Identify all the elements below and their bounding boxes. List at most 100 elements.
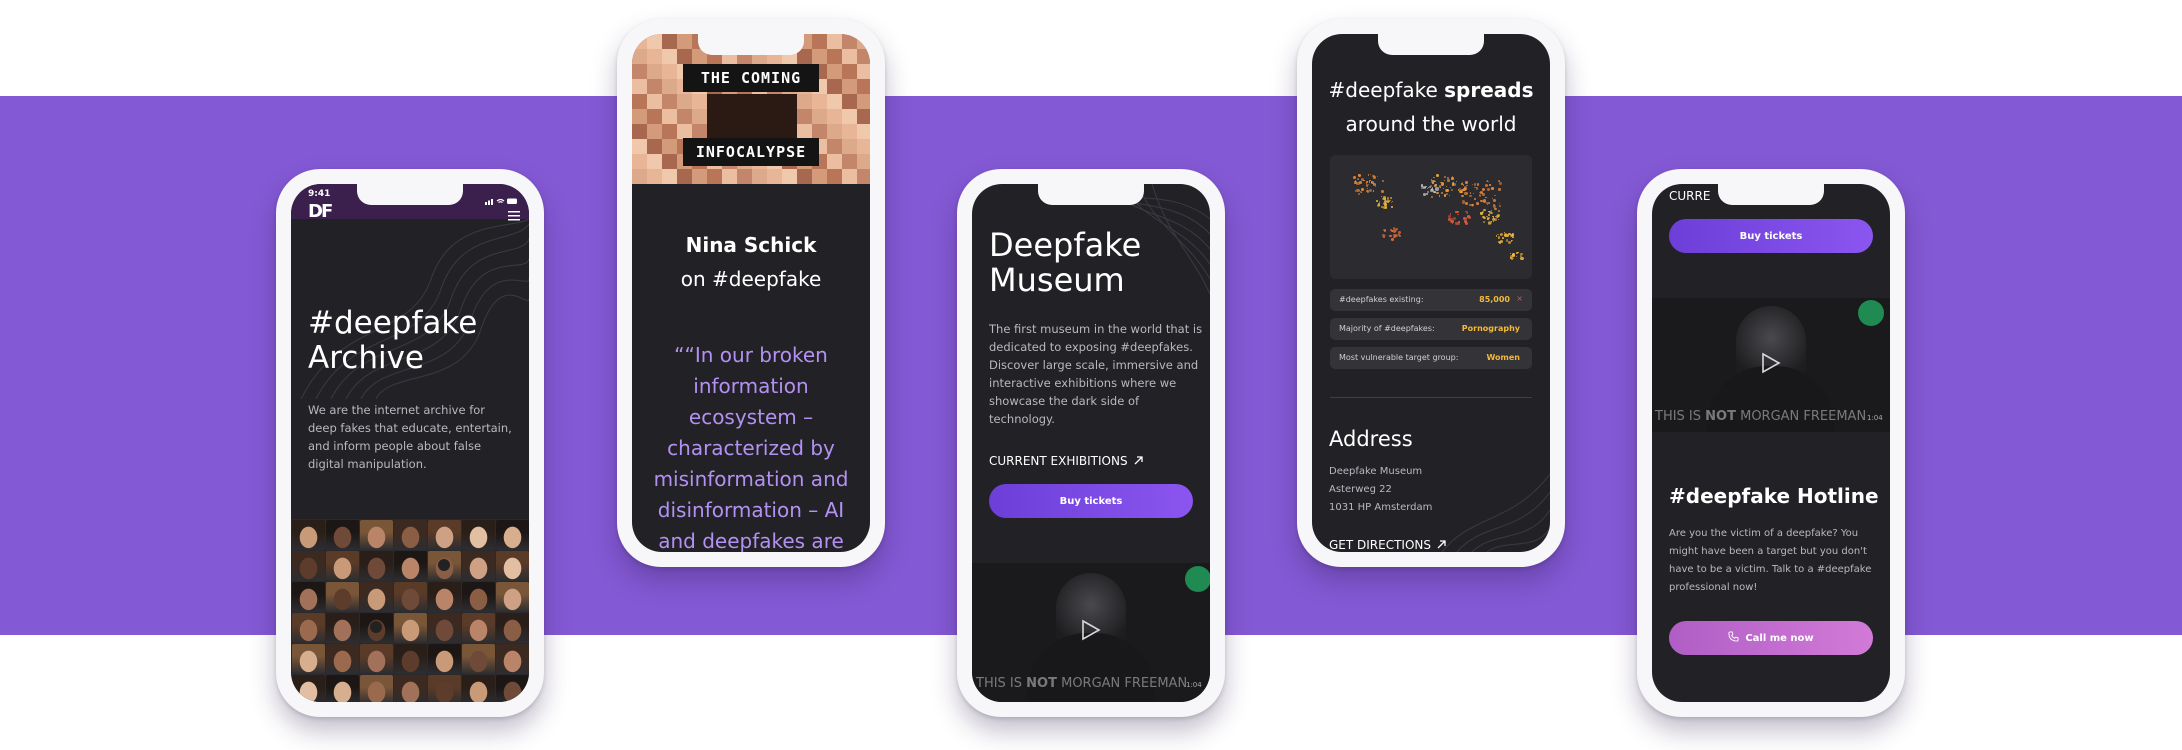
pixel-block — [857, 49, 870, 64]
pixel-block — [647, 109, 662, 124]
face-thumbnail[interactable] — [292, 582, 325, 612]
map-dot — [1398, 234, 1401, 238]
phone-notch — [1038, 184, 1144, 205]
spreads-heading-line2: around the world — [1345, 112, 1517, 136]
face-thumbnail[interactable] — [360, 644, 393, 674]
caption-bold: NOT — [1705, 409, 1736, 424]
face-thumbnail[interactable] — [394, 675, 427, 702]
caption-bold: NOT — [1026, 676, 1057, 691]
face-thumbnail[interactable] — [428, 644, 461, 674]
face-thumbnail[interactable] — [428, 613, 461, 643]
map-dot — [1461, 194, 1465, 198]
whatsapp-icon[interactable] — [1858, 300, 1884, 326]
face-thumbnail[interactable] — [394, 520, 427, 550]
map-dot — [1446, 193, 1449, 196]
pixel-block — [632, 139, 647, 154]
face-thumbnail[interactable] — [428, 675, 461, 702]
face-thumbnail[interactable] — [462, 582, 495, 612]
caption-text: THIS IS — [1655, 409, 1706, 424]
pixel-block — [857, 139, 870, 154]
pixel-block — [677, 49, 692, 64]
get-directions-link[interactable]: GET DIRECTIONS — [1329, 538, 1446, 552]
buy-tickets-button[interactable]: Buy tickets — [989, 484, 1193, 518]
stat-row-target: Most vulnerable target group: Women — [1330, 347, 1532, 369]
current-exhibitions-link[interactable]: CURRENT EXHIBITIONS — [989, 454, 1143, 468]
face-thumbnail[interactable] — [428, 582, 461, 612]
face-thumbnail[interactable] — [326, 551, 359, 581]
face-thumbnail[interactable] — [326, 520, 359, 550]
pixel-block — [632, 169, 647, 184]
map-dot — [1353, 176, 1357, 179]
face-thumbnail[interactable] — [360, 675, 393, 702]
face-thumbnail[interactable] — [292, 644, 325, 674]
quote-line: disinformation – AI — [657, 498, 845, 522]
face-thumbnail[interactable] — [326, 675, 359, 702]
world-heat-map[interactable] — [1330, 155, 1532, 279]
face-thumbnail[interactable] — [462, 520, 495, 550]
description-line: interactive exhibitions where we — [989, 376, 1177, 390]
stat-label: #deepfakes existing: — [1339, 295, 1424, 304]
face-thumbnail[interactable] — [496, 644, 529, 674]
face-thumbnail[interactable] — [326, 644, 359, 674]
map-dot — [1363, 180, 1365, 182]
pixel-block — [842, 154, 857, 169]
face-thumbnail[interactable] — [292, 675, 325, 702]
hamburger-icon[interactable] — [508, 206, 520, 221]
play-icon[interactable] — [1761, 352, 1781, 378]
face-thumbnail[interactable] — [496, 613, 529, 643]
map-dot — [1455, 180, 1457, 183]
face-thumbnail[interactable] — [360, 520, 393, 550]
call-me-now-button[interactable]: Call me now — [1669, 621, 1873, 655]
pixel-block — [842, 49, 857, 64]
map-dot — [1471, 203, 1474, 207]
buy-tickets-button[interactable]: Buy tickets — [1669, 219, 1873, 253]
pixel-block — [647, 64, 662, 79]
face-thumbnail[interactable] — [360, 551, 393, 581]
map-dot — [1433, 192, 1435, 194]
face-thumbnail[interactable] — [462, 675, 495, 702]
speaker-icon[interactable] — [438, 559, 450, 571]
map-dot — [1393, 236, 1395, 238]
face-thumbnail[interactable] — [292, 551, 325, 581]
face-thumbnail[interactable] — [462, 613, 495, 643]
video-player[interactable]: THIS IS NOT MORGAN FREEMAN 1:04 — [972, 563, 1210, 702]
pixel-block — [827, 154, 842, 169]
quote-line: misinformation and — [653, 467, 849, 491]
pixel-block — [857, 34, 870, 49]
speaker-icon[interactable] — [370, 621, 382, 633]
face-thumbnail[interactable] — [496, 582, 529, 612]
video-player[interactable]: THIS IS NOT MORGAN FREEMAN 1:04 — [1652, 298, 1890, 432]
face-thumbnail[interactable] — [462, 551, 495, 581]
face-thumbnail[interactable] — [326, 582, 359, 612]
face-thumbnail[interactable] — [292, 520, 325, 550]
map-dot — [1436, 191, 1439, 194]
face-thumbnail[interactable] — [394, 613, 427, 643]
pixel-block — [737, 124, 752, 139]
face-grid[interactable] — [291, 519, 529, 702]
face-thumbnail[interactable] — [496, 675, 529, 702]
face-thumbnail[interactable] — [394, 644, 427, 674]
face-thumbnail[interactable] — [428, 520, 461, 550]
address-line: Asterweg 22 — [1329, 484, 1392, 495]
map-dot — [1488, 202, 1491, 205]
phone-mockup-archive: 9:41 DF #deepfake Archive We are the int… — [276, 169, 544, 717]
whatsapp-icon[interactable] — [1185, 566, 1210, 592]
df-logo[interactable]: DF — [308, 201, 333, 222]
face-thumbnail[interactable] — [394, 582, 427, 612]
quote-line: information — [693, 374, 809, 398]
face-thumbnail[interactable] — [360, 582, 393, 612]
museum-description: The first museum in the world that is de… — [989, 320, 1204, 428]
face-thumbnail[interactable] — [496, 551, 529, 581]
face-thumbnail[interactable] — [496, 520, 529, 550]
pixel-block — [797, 109, 812, 124]
description-line: digital manipulation. — [308, 457, 427, 471]
face-thumbnail[interactable] — [462, 644, 495, 674]
map-dot — [1390, 206, 1393, 208]
map-dot — [1390, 201, 1393, 203]
face-thumbnail[interactable] — [292, 613, 325, 643]
play-icon[interactable] — [1081, 619, 1101, 645]
title-line: #deepfake — [308, 305, 478, 341]
map-dot — [1498, 182, 1502, 186]
face-thumbnail[interactable] — [394, 551, 427, 581]
face-thumbnail[interactable] — [326, 613, 359, 643]
